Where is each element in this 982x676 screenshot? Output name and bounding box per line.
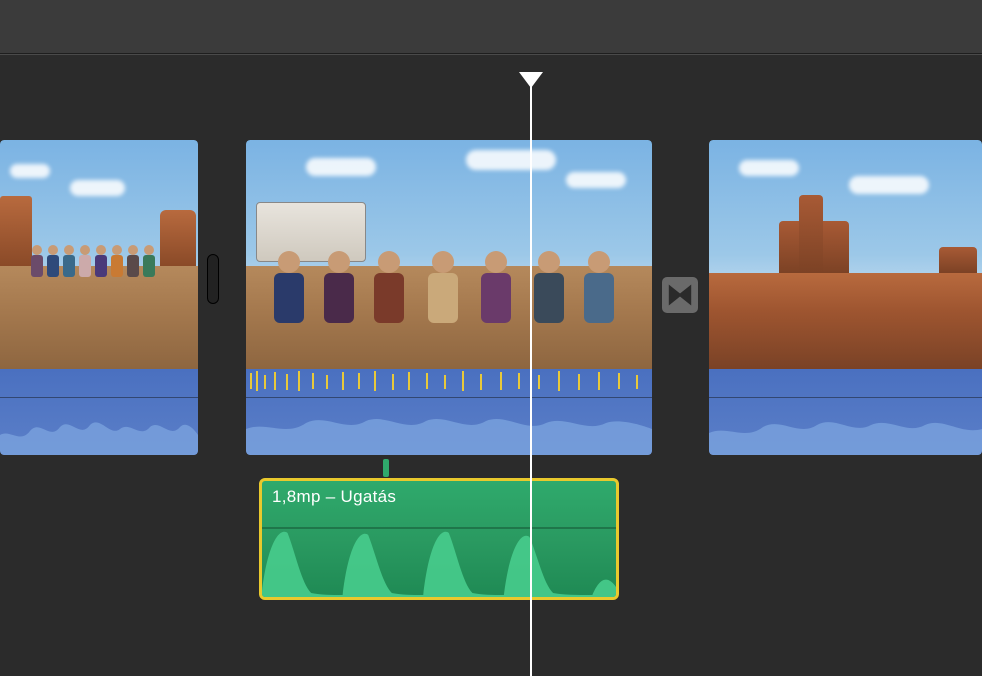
timeline[interactable]: 1,8mp – Ugatás	[0, 54, 982, 676]
clip-thumbnail	[246, 140, 652, 369]
playhead-indicator-icon[interactable]	[519, 72, 543, 88]
sound-effect-clip[interactable]: 1,8mp – Ugatás	[259, 478, 619, 600]
toolbar-spacer	[0, 0, 982, 54]
sfx-clip-label: 1,8mp – Ugatás	[262, 481, 616, 509]
clip-thumbnail	[709, 140, 982, 369]
video-clip-2[interactable]	[246, 140, 652, 455]
playhead-line[interactable]	[530, 84, 532, 676]
sfx-attach-connector	[383, 459, 389, 477]
ruler-line	[0, 54, 982, 55]
clip-audio-waveform[interactable]	[0, 369, 198, 455]
video-clip-1[interactable]	[0, 140, 198, 455]
video-clip-3[interactable]	[709, 140, 982, 455]
sfx-waveform	[262, 523, 616, 597]
clip-thumbnail	[0, 140, 198, 369]
clip-audio-waveform[interactable]	[709, 369, 982, 455]
clip-audio-waveform[interactable]	[246, 369, 652, 455]
clip-trim-handle[interactable]	[207, 254, 219, 304]
transition-crossfade-icon[interactable]	[661, 276, 699, 314]
